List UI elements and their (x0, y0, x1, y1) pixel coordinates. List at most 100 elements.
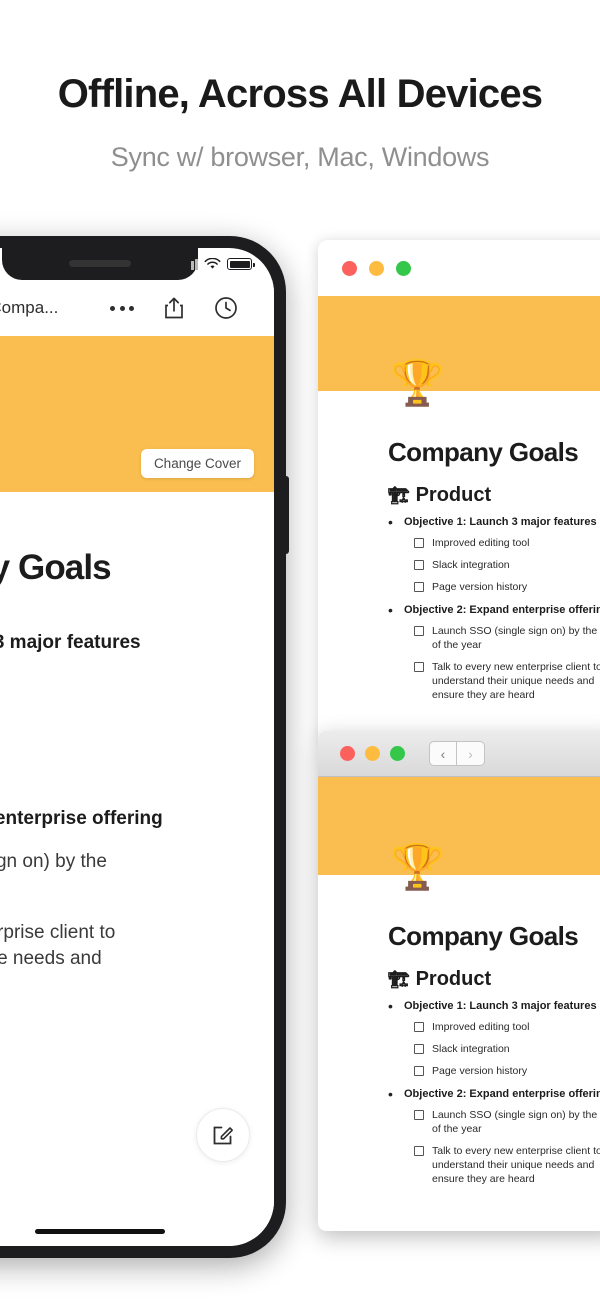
list-item[interactable]: Page version history (414, 1064, 600, 1078)
cellular-signal-icon (181, 258, 198, 270)
desktop-window-front[interactable]: ‹ › 🏆 Company Goals 🏗 Product Objective … (318, 731, 600, 1231)
checkbox-icon[interactable] (414, 1145, 424, 1156)
promo-screenshot: Offline, Across All Devices Sync w/ brow… (0, 0, 600, 1299)
checklist: Improved editing tool Slack integration … (404, 536, 600, 595)
checklist: Launch SSO (single sign on) by the end o… (404, 624, 600, 703)
desktop-window-back[interactable]: 🏆 Company Goals 🏗 Product Objective 1: L… (318, 240, 600, 740)
checklist-label: Launch SSO (single sign on) by the end o… (432, 1108, 598, 1135)
list-item[interactable]: Launch SSO (single sign on) by the end o… (414, 624, 600, 652)
phone-page-title[interactable]: Compa... (0, 298, 58, 318)
list-item[interactable]: Improved editing tool (414, 536, 600, 550)
page-headline: Offline, Across All Devices (57, 72, 543, 116)
change-cover-button[interactable]: Change Cover (140, 449, 254, 478)
checkbox-icon[interactable] (414, 560, 424, 571)
objective-text: Objective 2: Expand enterprise offering (404, 1087, 600, 1100)
checklist-label: Page version history (432, 581, 528, 594)
clock-icon[interactable] (200, 296, 252, 320)
list-item[interactable]: Slack integration (414, 1042, 600, 1056)
crane-icon: 🏗 (388, 969, 410, 989)
crane-icon: 🏗 (388, 485, 410, 505)
page-emoji-icon[interactable]: 🏆 (390, 846, 445, 890)
page-cover-image[interactable] (318, 777, 600, 875)
checkbox-icon[interactable] (414, 1022, 424, 1032)
checkbox-icon[interactable] (414, 1066, 424, 1077)
phone-doc-title: Company Goals (0, 548, 112, 587)
compose-edit-button[interactable] (196, 1108, 250, 1162)
section-heading-product: 🏗 Product (388, 968, 600, 991)
close-button[interactable] (340, 746, 355, 761)
phone-mockup: 🏆 Compa... (0, 236, 289, 1258)
checklist-label[interactable]: Launch SSO (single sign on) by the end o… (0, 849, 274, 901)
share-icon[interactable] (148, 296, 200, 320)
list-item[interactable]: Talk to every new enterprise client to u… (414, 660, 600, 703)
document-body-back: 🏆 Company Goals 🏗 Product Objective 1: L… (318, 362, 600, 703)
document-body-front: 🏆 Company Goals 🏗 Product Objective 1: L… (318, 846, 600, 1187)
list-item[interactable]: Page version history (414, 580, 600, 594)
zoom-button[interactable] (396, 260, 411, 276)
checkbox-icon[interactable] (414, 582, 424, 593)
minimize-button[interactable] (369, 260, 384, 276)
section-heading-product: 🏗 Product (388, 484, 600, 507)
checklist-label[interactable]: Improved editing tool (0, 673, 274, 699)
checklist-label: Slack integration (432, 559, 510, 572)
more-horizontal-icon[interactable] (96, 305, 148, 311)
checklist-label[interactable]: Slack integration (0, 718, 274, 744)
list-item: Objective 2: Expand enterprise offering … (388, 602, 600, 703)
checklist-label: Improved editing tool (432, 537, 530, 549)
list-item: Objective 2: Expand enterprise offering … (388, 1086, 600, 1187)
forward-button[interactable]: › (457, 741, 485, 766)
list-item[interactable]: Talk to every new enterprise client to u… (414, 1144, 600, 1187)
page-emoji-icon[interactable]: 🏆 (390, 362, 445, 406)
phone-cover-image[interactable]: Change Cover (0, 336, 274, 492)
checkbox-icon[interactable] (414, 661, 424, 672)
objective-text: Objective 1: Launch 3 major features (404, 1000, 597, 1012)
objective-text: Objective 1: Launch 3 major features (404, 516, 597, 528)
phone-screen: 🏆 Compa... (0, 248, 274, 1246)
list-item[interactable]: Slack integration (414, 558, 600, 572)
close-button[interactable] (342, 260, 357, 276)
navigation-buttons: ‹ › (429, 741, 485, 766)
list-item: Objective 1: Launch 3 major features Imp… (388, 514, 600, 595)
objective-list-back: Objective 1: Launch 3 major features Imp… (388, 514, 600, 703)
checklist-label: Slack integration (432, 1043, 510, 1056)
checklist-label: Talk to every new enterprise client to u… (432, 1144, 600, 1186)
section-heading-label: Product (415, 968, 492, 990)
checkbox-icon[interactable] (414, 1109, 424, 1120)
phone-status-bar (124, 248, 274, 280)
page-subheadline: Sync w/ browser, Mac, Windows (110, 142, 490, 172)
checklist-label: Improved editing tool (432, 1021, 530, 1033)
checkbox-icon[interactable] (414, 538, 424, 548)
window-titlebar-front: ‹ › (318, 731, 600, 777)
page-cover-image[interactable] (318, 296, 600, 391)
checklist-label[interactable]: Page version history (0, 763, 274, 789)
list-item[interactable]: Launch SSO (single sign on) by the end o… (414, 1108, 600, 1136)
checklist-label: Talk to every new enterprise client to u… (432, 660, 600, 702)
phone-speaker-grill (69, 260, 131, 267)
objective-text: Objective 2: Expand enterprise offering (0, 808, 163, 830)
checklist: Improved editing tool Slack integration … (404, 1020, 600, 1079)
checklist-label[interactable]: Talk to every new enterprise client to u… (0, 920, 274, 998)
checklist-label: Launch SSO (single sign on) by the end o… (432, 624, 598, 651)
checklist: Launch SSO (single sign on) by the end o… (404, 1108, 600, 1187)
window-titlebar-back (318, 240, 600, 296)
compose-edit-icon (213, 1126, 233, 1145)
header-block: Offline, Across All Devices Sync w/ brow… (0, 0, 600, 173)
objective-text: Objective 1: Launch 3 major features (0, 632, 141, 653)
phone-side-button[interactable] (285, 476, 289, 554)
back-button[interactable]: ‹ (429, 741, 457, 766)
minimize-button[interactable] (365, 746, 380, 761)
list-item[interactable]: Improved editing tool (414, 1020, 600, 1034)
checkbox-icon[interactable] (414, 625, 424, 636)
zoom-button[interactable] (390, 746, 405, 761)
home-indicator (35, 1229, 165, 1234)
phone-nav-bar: 🏆 Compa... (0, 280, 274, 336)
section-heading-label: Product (415, 484, 492, 506)
objective-list-front: Objective 1: Launch 3 major features Imp… (388, 998, 600, 1187)
battery-icon (227, 258, 255, 270)
checkbox-icon[interactable] (414, 1044, 424, 1055)
list-item: Objective 1: Launch 3 major features Imp… (388, 998, 600, 1079)
wifi-icon (204, 258, 221, 269)
objective-text: Objective 2: Expand enterprise offering (404, 603, 600, 616)
checklist-label: Page version history (432, 1065, 528, 1078)
phone-objective-list: Objective 1: Launch 3 major features Imp… (0, 632, 274, 998)
